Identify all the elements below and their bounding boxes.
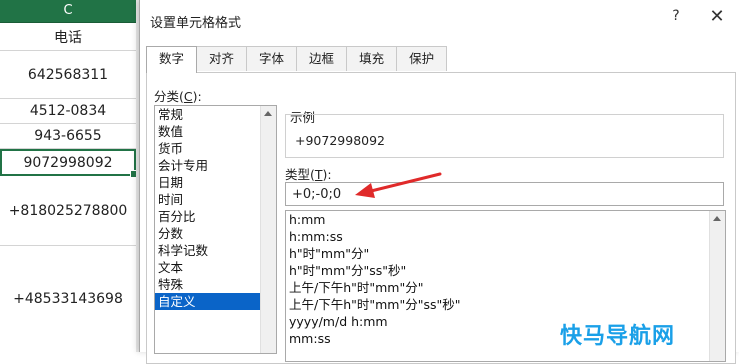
format-list-scrollbar[interactable]	[709, 211, 725, 361]
scroll-up-arrow-icon[interactable]	[264, 111, 272, 116]
cell-header-phone[interactable]: 电话	[0, 23, 136, 51]
category-item-text[interactable]: 文本	[155, 259, 276, 276]
cell-phone-3[interactable]: 943-6655	[0, 124, 136, 149]
type-label-key: T	[314, 167, 323, 182]
sample-value: +9072998092	[295, 133, 386, 148]
tab-bar: 数字 对齐 字体 边框 填充 保护	[146, 46, 448, 73]
category-item-custom[interactable]: 自定义	[155, 293, 276, 310]
type-label-text: 类型(	[285, 167, 315, 182]
column-header-c[interactable]: C	[0, 0, 136, 23]
format-item[interactable]: h:mm	[286, 211, 725, 228]
category-label-key: C	[183, 89, 193, 104]
category-item-accounting[interactable]: 会计专用	[155, 157, 276, 174]
category-item-percentage[interactable]: 百分比	[155, 208, 276, 225]
category-item-date[interactable]: 日期	[155, 174, 276, 191]
spreadsheet: C 电话 642568311 4512-0834 943-6655 907299…	[0, 0, 140, 352]
category-label-end: ):	[192, 89, 202, 104]
category-item-special[interactable]: 特殊	[155, 276, 276, 293]
cell-phone-4-active[interactable]: 9072998092	[0, 149, 138, 178]
category-item-fraction[interactable]: 分数	[155, 225, 276, 242]
tab-alignment[interactable]: 对齐	[196, 46, 248, 71]
annotation-arrow-icon	[355, 172, 442, 198]
category-item-number[interactable]: 数值	[155, 123, 276, 140]
tab-number[interactable]: 数字	[146, 46, 198, 73]
category-list[interactable]: 常规 数值 货币 会计专用 日期 时间 百分比 分数 科学记数 文本 特殊 自定…	[154, 105, 277, 354]
category-item-scientific[interactable]: 科学记数	[155, 242, 276, 259]
format-item[interactable]: h"时"mm"分"ss"秒"	[286, 262, 725, 279]
dialog-title: 设置单元格格式	[150, 16, 242, 31]
cell-phone-6[interactable]: +48533143698	[0, 246, 136, 352]
category-scrollbar[interactable]	[260, 106, 276, 353]
cell-phone-5[interactable]: +818025278800	[0, 176, 136, 246]
category-item-time[interactable]: 时间	[155, 191, 276, 208]
tab-protection[interactable]: 保护	[396, 46, 448, 71]
close-button[interactable]: ✕	[708, 6, 726, 27]
cell-phone-4-value: 9072998092	[23, 154, 113, 171]
format-item[interactable]: h:mm:ss	[286, 228, 725, 245]
cell-phone-1[interactable]: 642568311	[0, 51, 136, 99]
category-label-text: 分类(	[154, 89, 184, 104]
watermark: 快马导航网	[560, 324, 676, 349]
tab-font[interactable]: 字体	[246, 46, 298, 71]
cell-phone-2[interactable]: 4512-0834	[0, 99, 136, 124]
format-item[interactable]: 上午/下午h"时"mm"分"ss"秒"	[286, 296, 725, 313]
format-item[interactable]: h"时"mm"分"	[286, 245, 725, 262]
category-item-general[interactable]: 常规	[155, 106, 276, 123]
type-label-end: ):	[322, 167, 332, 182]
category-item-currency[interactable]: 货币	[155, 140, 276, 157]
scroll-up-arrow-icon[interactable]	[713, 216, 721, 221]
type-label: 类型(T):	[285, 164, 332, 183]
tab-fill[interactable]: 填充	[346, 46, 398, 71]
format-cells-dialog: 设置单元格格式 ? ✕ 数字 对齐 字体 边框 填充 保护 分类(C): 常规 …	[139, 0, 739, 364]
category-label: 分类(C):	[154, 86, 202, 105]
tab-border[interactable]: 边框	[296, 46, 348, 71]
format-item[interactable]: 上午/下午h"时"mm"分"	[286, 279, 725, 296]
help-button[interactable]: ?	[668, 8, 684, 24]
